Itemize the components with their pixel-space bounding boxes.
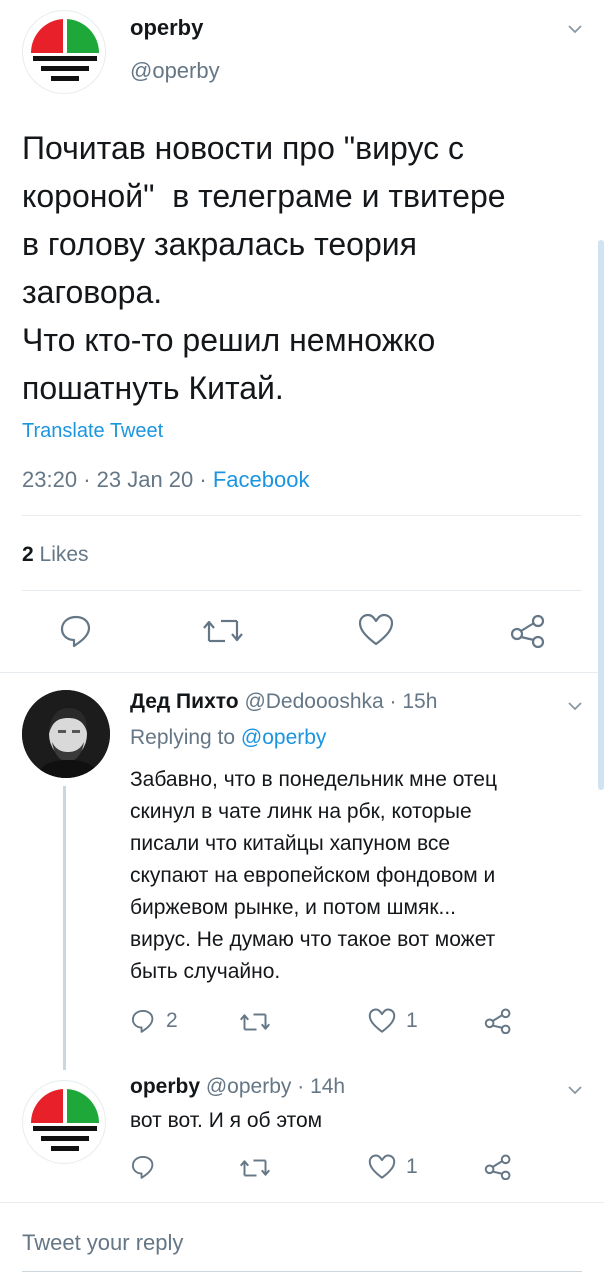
chevron-down-icon[interactable] [566,1081,584,1099]
like-icon [368,1154,396,1179]
replying-to: Replying to @operby [130,726,326,750]
likes-label: Likes [39,543,89,566]
reply-icon [131,1155,154,1179]
author-handle[interactable]: @operby [130,58,220,84]
thread-connector-line [63,786,66,1070]
reply-header: Дед Пихто @Dedoooshka · 15h [130,690,437,714]
translate-tweet-link[interactable]: Translate Tweet [22,420,163,443]
like-icon[interactable] [358,613,394,647]
retweet-icon[interactable] [203,615,243,647]
reply-text-line: скинул в чате линк на рбк, которые [130,800,472,823]
chevron-down-icon[interactable] [566,20,584,38]
avatar-dedoooshka[interactable] [22,690,110,778]
like-button[interactable]: 1 [368,1008,418,1034]
reply-text-line: писали что китайцы хапуном все [130,832,451,855]
likes-stat[interactable]: 2 Likes [22,543,89,567]
like-count: 1 [406,1155,418,1178]
retweet-icon [240,1159,270,1177]
composer-underline [22,1271,582,1272]
share-icon[interactable] [484,1008,512,1034]
share-icon[interactable] [510,614,546,648]
tweet-text-line: в голову закралась теория [22,226,417,262]
tweet-date: 23 Jan 20 [96,467,194,492]
meta-separator: · [83,467,91,492]
reply-text-line: вирус. Не думаю что такое вот может [130,928,496,951]
retweet-button[interactable] [240,1156,270,1180]
like-count: 1 [406,1009,418,1032]
reply-header: operby @operby · 14h [130,1075,345,1099]
divider [22,515,582,516]
retweet-button[interactable] [240,1010,270,1034]
reply-handle[interactable]: @Dedoooshka [244,690,383,713]
reply-display-name[interactable]: operby [130,1075,200,1098]
share-icon[interactable] [484,1154,512,1180]
reply-icon[interactable] [58,613,94,649]
chevron-down-icon[interactable] [566,697,584,715]
tweet-text-line: пошатнуть Китай. [22,370,284,406]
scrollbar[interactable] [598,240,604,790]
retweet-icon [240,1013,270,1031]
tweet-time: 23:20 [22,467,78,492]
likes-count: 2 [22,543,34,566]
reply-display-name[interactable]: Дед Пихто [130,690,239,713]
divider [22,590,582,591]
reply-button[interactable]: 2 [130,1008,178,1034]
reply-text-line: Забавно, что в понедельник мне отец [130,768,498,791]
reply-time[interactable]: 14h [310,1075,345,1098]
tweet-text: Почитав новости про "вирус с короной" в … [22,124,597,412]
replying-to-handle[interactable]: @operby [241,726,327,749]
reply-button[interactable] [130,1154,156,1180]
avatar-operby[interactable] [22,10,106,94]
like-icon [368,1008,396,1033]
operby-logo-icon [30,19,100,81]
reply-handle[interactable]: @operby [206,1075,292,1098]
reply-time[interactable]: 15h [402,690,437,713]
reply-text-line: быть случайно. [130,960,281,983]
divider [0,1202,604,1203]
tweet-text-line: короной" в телеграме и твитере [22,178,506,214]
reply-composer-input[interactable]: Tweet your reply [22,1230,183,1256]
tweet-text-line: Что кто-то решил немножко [22,322,436,358]
tweet-source-link[interactable]: Facebook [213,467,310,492]
tweet-meta: 23:20 · 23 Jan 20 · Facebook [22,467,309,493]
reply-text: вот вот. И я об этом [130,1109,323,1132]
reply-icon [131,1009,154,1033]
reply-text-line: биржевом рынке, и потом шмяк... [130,896,457,919]
divider [0,672,604,673]
tweet-text-line: заговора. [22,274,163,310]
reply-count: 2 [166,1009,178,1032]
reply-text: Забавно, что в понедельник мне отец скин… [130,764,595,988]
meta-separator: · [389,690,397,713]
meta-separator: · [199,467,207,492]
profile-photo-icon [22,690,110,778]
replying-to-prefix: Replying to [130,726,236,749]
like-button[interactable]: 1 [368,1154,418,1180]
meta-separator: · [297,1075,305,1098]
author-display-name[interactable]: operby [130,15,203,41]
avatar-operby[interactable] [22,1080,106,1164]
operby-logo-icon [30,1089,100,1151]
reply-text-line: скупают на европейском фондовом и [130,864,496,887]
tweet-text-line: Почитав новости про "вирус с [22,130,464,166]
